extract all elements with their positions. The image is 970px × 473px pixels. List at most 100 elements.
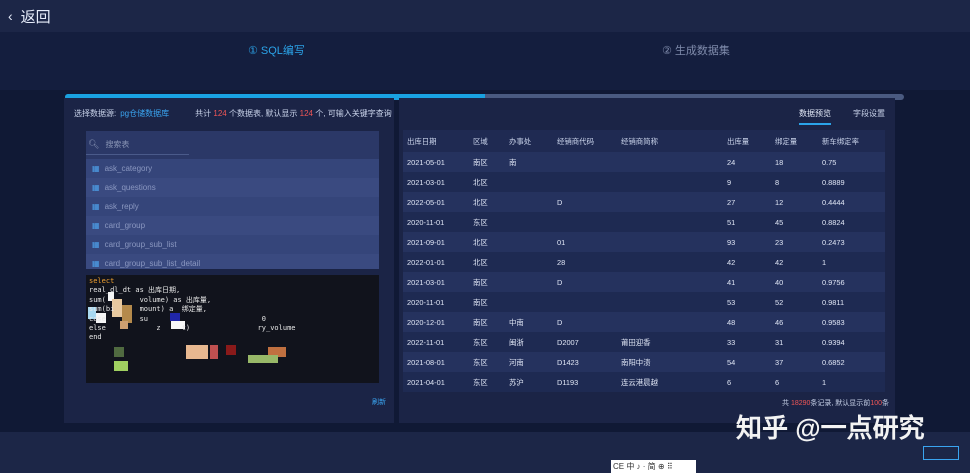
table-cell: 0.9756 bbox=[822, 277, 845, 287]
datasource-label: 选择数据源: bbox=[74, 109, 117, 118]
table-cell: 53 bbox=[727, 297, 736, 307]
table-cell: 45 bbox=[775, 217, 784, 227]
column-header[interactable]: 区域 bbox=[473, 136, 509, 147]
table-cell: 42 bbox=[775, 257, 784, 267]
column-header[interactable]: 经销商简称 bbox=[621, 136, 727, 147]
preview-panel: 数据预览 字段设置 出库日期 区域 办事处 经销商代码 经销商简称 出库量 绑定量 新车绑定率… bbox=[399, 98, 895, 423]
refresh-link[interactable]: 刷新 bbox=[372, 397, 386, 407]
sql-editor[interactable]: select real_dl_dt as 出库日期, sum( volume) as… bbox=[86, 275, 379, 383]
table-row: 2020-11-01 南区 53 52 0.9811 bbox=[403, 292, 885, 312]
table-row: 2021-04-01 东区 苏沪 D1193 连云港晨越 6 6 1 bbox=[403, 372, 885, 392]
table-row: 2022-01-01 北区 28 42 42 1 bbox=[403, 252, 885, 272]
table-cell: 6 bbox=[775, 377, 780, 387]
record-count: 共 18290条记录, 默认显示前100条 bbox=[782, 400, 889, 407]
sql-line: select bbox=[89, 277, 115, 285]
datasource-row: 选择数据源: pg仓储数据库 共计 124 个数据表, 默认显示 124 个, 可输… bbox=[74, 108, 392, 119]
chevron-left-icon[interactable]: ‹ bbox=[8, 8, 13, 24]
step-sql[interactable]: ① SQL编写 bbox=[248, 42, 305, 58]
tab-field-settings[interactable]: 字段设置 bbox=[853, 108, 885, 125]
table-cell: 18 bbox=[775, 157, 784, 167]
column-header[interactable]: 新车绑定率 bbox=[822, 136, 882, 147]
table-cell: D bbox=[557, 197, 563, 207]
table-cell: 41 bbox=[727, 277, 736, 287]
tab-data-preview[interactable]: 数据预览 bbox=[799, 108, 831, 125]
column-header[interactable]: 办事处 bbox=[509, 136, 557, 147]
table-cell: D1423 bbox=[557, 357, 579, 367]
table-row: 2022-05-01 北区 D 27 12 0.4444 bbox=[403, 192, 885, 212]
table-grid-icon: ▦ bbox=[92, 259, 100, 268]
table-cell: 2021-03-01 bbox=[407, 177, 445, 187]
table-cell: 0.2473 bbox=[822, 237, 845, 247]
ime-toolbar[interactable]: CE 中 ♪ · 简 ⊕ ⠿ bbox=[611, 460, 696, 473]
table-cell: D1193 bbox=[557, 377, 579, 387]
table-header-row: 出库日期 区域 办事处 经销商代码 经销商简称 出库量 绑定量 新车绑定率 bbox=[403, 130, 885, 152]
column-header[interactable]: 出库日期 bbox=[403, 136, 473, 147]
table-row: 2021-03-01 南区 D 41 40 0.9756 bbox=[403, 272, 885, 292]
table-cell: 0.6852 bbox=[822, 357, 845, 367]
table-search[interactable]: 🔍︎ 搜索表 bbox=[86, 135, 189, 155]
table-cell: 连云港晨越 bbox=[621, 377, 658, 387]
table-cell: 6 bbox=[727, 377, 732, 387]
step-dataset[interactable]: ② 生成数据集 bbox=[662, 42, 730, 58]
table-cell: 南阳中溃 bbox=[621, 357, 651, 367]
table-cell: 苏沪 bbox=[509, 377, 524, 387]
table-cell: 0.75 bbox=[822, 157, 837, 167]
table-cell: D bbox=[557, 277, 563, 287]
table-name: ask_questions bbox=[104, 183, 156, 192]
column-header[interactable]: 出库量 bbox=[727, 136, 775, 147]
table-cell: 2021-05-01 bbox=[407, 157, 445, 167]
sql-line: sum( volume) as 出库量, bbox=[89, 295, 212, 304]
table-name: card_group_sub_list bbox=[104, 240, 177, 249]
corner-button[interactable] bbox=[923, 446, 959, 460]
back-button[interactable]: 返回 bbox=[21, 6, 51, 27]
table-cell: 南区 bbox=[473, 317, 488, 327]
column-header[interactable]: 经销商代码 bbox=[557, 136, 621, 147]
table-cell: 1 bbox=[822, 377, 827, 387]
table-list-item[interactable]: ▦ card_group bbox=[86, 216, 379, 235]
sql-line: case su 0 bbox=[89, 314, 267, 323]
table-cell: 1 bbox=[822, 257, 827, 267]
search-input[interactable]: 搜索表 bbox=[105, 139, 129, 150]
sql-line: real_dl_dt as 出库日期, bbox=[89, 286, 181, 295]
table-cell: 北区 bbox=[473, 257, 488, 267]
step-header: ① SQL编写 ② 生成数据集 bbox=[0, 32, 970, 100]
datasource-select[interactable]: pg仓储数据库 bbox=[120, 109, 169, 118]
table-cell: 31 bbox=[775, 337, 784, 347]
table-row: 2022-11-01 东区 闽浙 D2007 莆田迎香 33 31 0.9394 bbox=[403, 332, 885, 352]
table-cell: 2020-11-01 bbox=[407, 297, 445, 307]
table-cell: 2022-05-01 bbox=[407, 197, 445, 207]
table-list-item[interactable]: ▦ card_group_sub_list bbox=[86, 235, 379, 254]
table-row: 2021-05-01 南区 南 24 18 0.75 bbox=[403, 152, 885, 172]
table-name: ask_category bbox=[104, 164, 153, 173]
table-cell: 12 bbox=[775, 197, 784, 207]
table-cell: 24 bbox=[727, 157, 736, 167]
column-header[interactable]: 绑定量 bbox=[775, 136, 822, 147]
preview-tabs: 数据预览 字段设置 bbox=[799, 108, 885, 125]
table-cell: 42 bbox=[727, 257, 736, 267]
table-cell: 0.8889 bbox=[822, 177, 845, 187]
table-cell: 33 bbox=[727, 337, 736, 347]
table-list-item[interactable]: ▦ ask_category bbox=[86, 159, 379, 178]
table-cell: 23 bbox=[775, 237, 784, 247]
table-cell: 莆田迎香 bbox=[621, 337, 651, 347]
table-grid-icon: ▦ bbox=[92, 221, 100, 230]
table-cell: 46 bbox=[775, 317, 784, 327]
table-cell: 南区 bbox=[473, 157, 488, 167]
table-cell: 0.9583 bbox=[822, 317, 845, 327]
table-cell: 2022-01-01 bbox=[407, 257, 445, 267]
table-cell: 2020-11-01 bbox=[407, 217, 445, 227]
table-cell: D2007 bbox=[557, 337, 579, 347]
table-list-item[interactable]: ▦ card_group_sub_list_detail bbox=[86, 254, 379, 269]
table-list-item[interactable]: ▦ ask_questions bbox=[86, 178, 379, 197]
table-cell: 2022-11-01 bbox=[407, 337, 445, 347]
table-row: 2021-09-01 北区 01 93 23 0.2473 bbox=[403, 232, 885, 252]
table-cell: 40 bbox=[775, 277, 784, 287]
table-list-item[interactable]: ▦ ask_reply bbox=[86, 197, 379, 216]
table-cell: 2021-03-01 bbox=[407, 277, 445, 287]
watermark-text: 知乎 @一点研究 bbox=[736, 413, 925, 443]
sql-panel: 选择数据源: pg仓储数据库 共计 124 个数据表, 默认显示 124 个, 可输… bbox=[64, 98, 394, 423]
table-cell: 51 bbox=[727, 217, 736, 227]
table-cell: 0.9811 bbox=[822, 297, 845, 307]
table-grid-icon: ▦ bbox=[92, 240, 100, 249]
table-cell: 8 bbox=[775, 177, 780, 187]
